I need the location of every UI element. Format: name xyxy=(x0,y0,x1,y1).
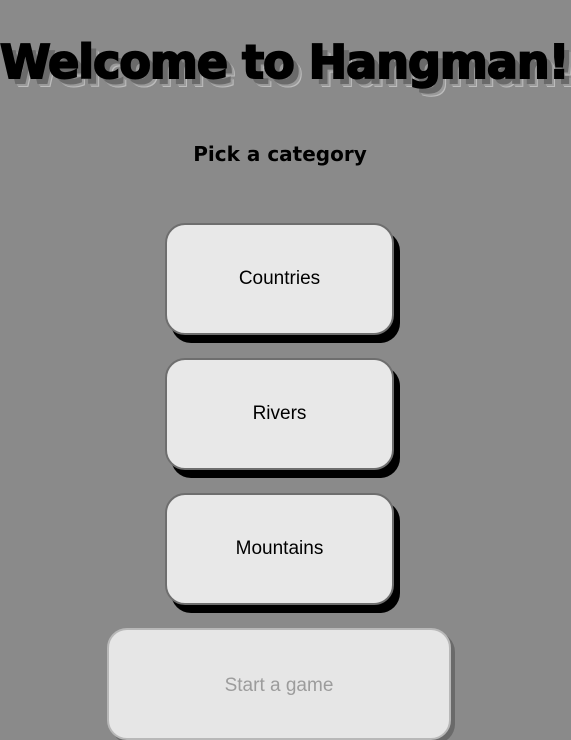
category-prompt: Pick a category xyxy=(193,142,367,166)
start-game-button[interactable]: Start a game xyxy=(107,628,451,740)
category-button-countries[interactable]: Countries xyxy=(165,223,394,335)
page-title: Welcome to Hangman!! xyxy=(0,34,571,90)
category-button-mountains[interactable]: Mountains xyxy=(165,493,394,605)
category-button-rivers[interactable]: Rivers xyxy=(165,358,394,470)
